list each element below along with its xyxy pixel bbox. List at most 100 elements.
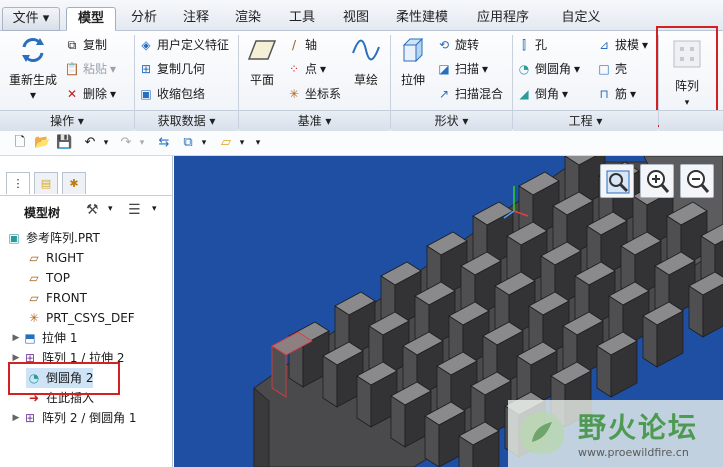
sweep-button[interactable]: ◪ 扫描 ▾ bbox=[436, 59, 488, 79]
windows-icon[interactable]: ⧉ bbox=[180, 135, 196, 151]
forum-watermark: 野火论坛 www.proewildfire.cn bbox=[508, 400, 723, 467]
windows-dropdown-icon[interactable]: ▾ bbox=[196, 135, 212, 151]
settings-icon[interactable]: ⚒ bbox=[86, 202, 99, 218]
base-plate-side bbox=[253, 387, 270, 467]
copy-button[interactable]: ⧉ 复制 bbox=[64, 35, 107, 55]
expand-icon[interactable]: ▶ bbox=[10, 328, 22, 348]
csys-button[interactable]: ✳ 坐标系 bbox=[286, 84, 341, 104]
pin-r5-c4-front bbox=[642, 315, 658, 368]
zoom-in-icon[interactable] bbox=[640, 164, 674, 198]
pin-r5-c3-front bbox=[596, 345, 612, 398]
swept-blend-button[interactable]: ↗ 扫描混合 bbox=[436, 84, 503, 104]
tree-item-right[interactable]: ▱ RIGHT bbox=[26, 248, 83, 268]
tab-annotate[interactable]: 注释 bbox=[172, 7, 220, 31]
open-icon[interactable]: 📂 bbox=[34, 135, 50, 151]
tab-favorites-icon[interactable]: ✱ bbox=[62, 172, 86, 194]
csys-icon: ✳ bbox=[28, 311, 40, 325]
sketch-icon bbox=[352, 39, 380, 61]
round-button[interactable]: ◔ 倒圆角 ▾ bbox=[516, 59, 580, 79]
pin-r4-c0-front bbox=[424, 415, 440, 467]
shell-icon: □ bbox=[598, 62, 610, 76]
tab-customize[interactable]: 自定义 bbox=[550, 7, 612, 31]
plane-button[interactable]: 平面 bbox=[242, 35, 282, 88]
delete-icon: ✕ bbox=[66, 87, 78, 101]
show-icon[interactable]: ☰ bbox=[128, 202, 141, 218]
customize-toolbar-icon[interactable]: ▾ bbox=[250, 135, 266, 151]
copy-icon: ⧉ bbox=[67, 38, 77, 52]
undo-icon[interactable]: ↶ bbox=[82, 135, 98, 151]
revolve-button[interactable]: ⟲ 旋转 bbox=[436, 35, 479, 55]
tab-applications[interactable]: 应用程序 bbox=[466, 7, 540, 31]
group-engineering[interactable]: 工程 ▾ bbox=[513, 110, 658, 131]
tree-item-front[interactable]: ▱ FRONT bbox=[26, 288, 87, 308]
close-window-icon[interactable]: ▱ bbox=[218, 135, 234, 151]
part-icon: ▣ bbox=[8, 231, 20, 245]
tab-file[interactable]: 文件 ▾ bbox=[2, 7, 60, 31]
zoom-out-icon[interactable] bbox=[680, 164, 714, 198]
tab-tools[interactable]: 工具 bbox=[276, 7, 328, 31]
sketch-button[interactable]: 草绘 bbox=[346, 35, 386, 88]
extrude-button[interactable]: 拉伸 bbox=[394, 35, 432, 88]
redo-dropdown-icon[interactable]: ▾ bbox=[134, 135, 150, 151]
copy-geometry-button[interactable]: ⊞ 复制几何 bbox=[138, 59, 205, 79]
regenerate-icon bbox=[22, 38, 44, 62]
tab-analysis[interactable]: 分析 bbox=[120, 7, 168, 31]
watermark-title: 野火论坛 bbox=[578, 411, 699, 444]
tab-view[interactable]: 视图 bbox=[332, 7, 380, 31]
group-shapes[interactable]: 形状 ▾ bbox=[391, 110, 512, 131]
tree-item-csys[interactable]: ✳ PRT_CSYS_DEF bbox=[26, 308, 135, 328]
ribbon: 重新生成 ▾ ⧉ 复制 📋 粘贴 ▾ ✕ 删除 ▾ ◈ 用户定义特征 ⊞ 复制几何 ▣ 收缩… bbox=[0, 26, 723, 131]
axis-icon: / bbox=[291, 38, 297, 52]
undo-dropdown-icon[interactable]: ▾ bbox=[98, 135, 114, 151]
tab-flexible-modeling[interactable]: 柔性建模 bbox=[386, 7, 458, 31]
new-icon[interactable]: 🗋 bbox=[12, 135, 28, 151]
tab-model[interactable]: 模型 bbox=[66, 7, 116, 31]
close-dropdown-icon[interactable]: ▾ bbox=[234, 135, 250, 151]
shrinkwrap-icon: ▣ bbox=[140, 87, 152, 101]
shrinkwrap-button[interactable]: ▣ 收缩包络 bbox=[138, 84, 205, 104]
watermark-logo-icon bbox=[520, 412, 564, 454]
rib-button[interactable]: ⊓ 筋 ▾ bbox=[596, 84, 636, 104]
refit-icon[interactable] bbox=[600, 164, 634, 198]
settings-dropdown-icon[interactable]: ▾ bbox=[108, 204, 113, 214]
save-icon[interactable]: 💾 bbox=[56, 135, 72, 151]
selected-pin-front bbox=[271, 345, 287, 398]
expand-icon[interactable]: ▶ bbox=[10, 408, 22, 428]
axis-button[interactable]: / 轴 bbox=[286, 35, 317, 55]
shell-button[interactable]: □ 壳 bbox=[596, 59, 627, 79]
point-button[interactable]: ⁘ 点 ▾ bbox=[286, 59, 326, 79]
tree-item-top[interactable]: ▱ TOP bbox=[26, 268, 70, 288]
sweep-icon: ◪ bbox=[438, 62, 450, 76]
navigator-tabs: ⋮ ▤ ✱ bbox=[0, 170, 173, 196]
pattern-icon: ⊞ bbox=[24, 411, 36, 425]
regenerate-button[interactable]: 重新生成 ▾ bbox=[6, 35, 60, 102]
chamfer-button[interactable]: ◢ 倒角 ▾ bbox=[516, 84, 568, 104]
hole-button[interactable]: ⫿ 孔 bbox=[516, 35, 547, 55]
user-feature-button[interactable]: ◈ 用户定义特征 bbox=[138, 35, 229, 55]
datum-plane-icon: ▱ bbox=[29, 291, 39, 305]
delete-button[interactable]: ✕ 删除 ▾ bbox=[64, 84, 116, 104]
draft-button[interactable]: ⊿ 拔模 ▾ bbox=[596, 35, 648, 55]
watermark-url: www.proewildfire.cn bbox=[578, 446, 689, 459]
model-tree-title: 模型树 bbox=[24, 206, 61, 220]
show-dropdown-icon[interactable]: ▾ bbox=[152, 204, 157, 214]
tab-folder-browser-icon[interactable]: ▤ bbox=[34, 172, 58, 194]
group-datum[interactable]: 基准 ▾ bbox=[239, 110, 390, 131]
tree-item-extrude-1[interactable]: ▶ ⬒ 拉伸 1 bbox=[10, 328, 78, 348]
swept-blend-icon: ↗ bbox=[438, 87, 450, 101]
plane-icon bbox=[247, 40, 277, 60]
point-icon: ⁘ bbox=[288, 62, 300, 76]
tree-root[interactable]: ▣ 参考阵列.PRT bbox=[6, 228, 100, 248]
redo-icon[interactable]: ↷ bbox=[118, 135, 134, 151]
group-operations[interactable]: 操作 ▾ bbox=[0, 110, 134, 131]
graphics-viewport[interactable]: 野火论坛 www.proewildfire.cn bbox=[174, 156, 723, 467]
paste-button[interactable]: 📋 粘贴 ▾ bbox=[64, 59, 117, 79]
tab-model-tree-icon[interactable]: ⋮ bbox=[6, 172, 30, 194]
rib-icon: ⊓ bbox=[599, 87, 609, 101]
tree-item-pattern-2[interactable]: ▶ ⊞ 阵列 2 / 倒圆角 1 bbox=[10, 408, 137, 428]
csys-icon: ✳ bbox=[288, 87, 300, 101]
tab-render[interactable]: 渲染 bbox=[224, 7, 272, 31]
extrude-icon: ⬒ bbox=[24, 331, 36, 345]
group-get-data[interactable]: 获取数据 ▾ bbox=[135, 110, 238, 131]
regenerate-small-icon[interactable]: ⇆ bbox=[156, 135, 172, 151]
